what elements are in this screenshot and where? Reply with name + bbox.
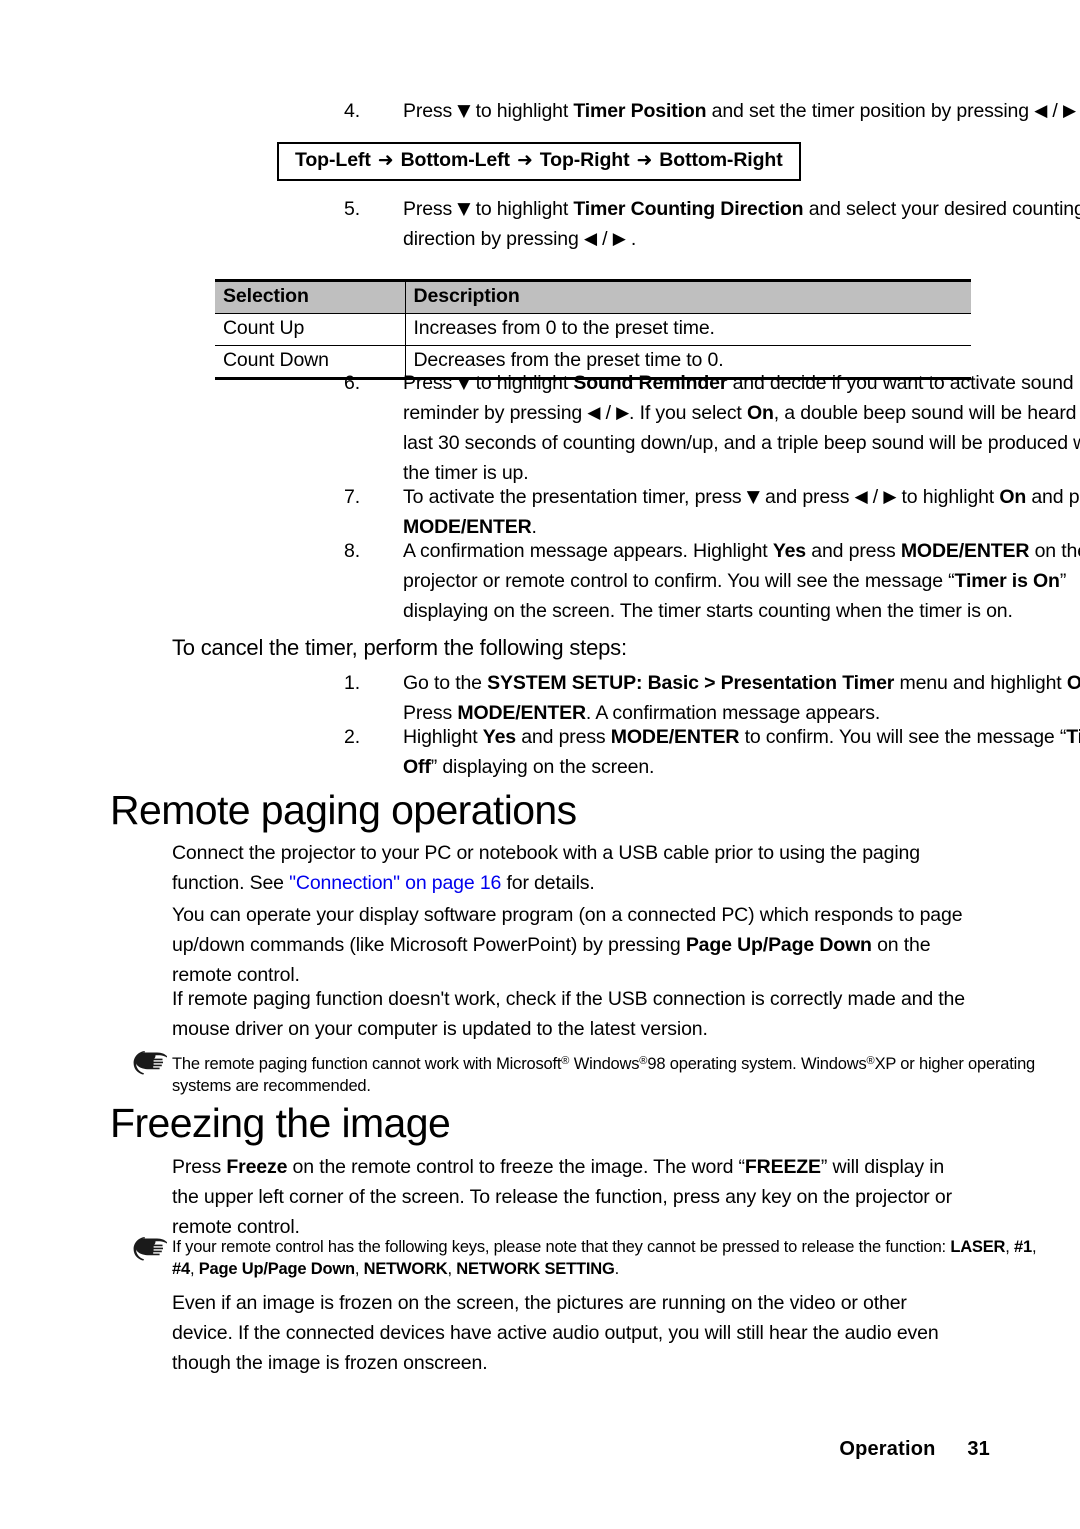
list-item: 7. To activate the presentation timer, p… [344,482,1080,542]
table-header-row: Selection Description [215,279,971,314]
remote-paging-paragraph-1: Connect the projector to your PC or note… [172,842,920,894]
step-4-block: 4. Press ▼ to highlight Timer Position a… [344,96,1080,126]
list-item: 5. Press ▼ to highlight Timer Counting D… [344,194,1080,254]
position-option: Bottom-Right [659,149,783,171]
list-item-number: 8. [344,540,360,562]
list-item: 1. Go to the SYSTEM SETUP: Basic > Prese… [344,668,1080,728]
cell-selection: Count Up [215,313,406,346]
list-item: 2. Highlight Yes and press MODE/ENTER to… [344,722,1080,782]
position-option: Top-Right [539,149,630,171]
cancel-step-1-block: 1. Go to the SYSTEM SETUP: Basic > Prese… [344,668,1080,728]
list-item-text: To activate the presentation timer, pres… [403,486,1080,538]
freezing-paragraph-2: Even if an image is frozen on the screen… [172,1292,939,1374]
position-option: Bottom-Left [400,149,510,171]
list-item-number: 4. [344,100,360,122]
step-7-block: 7. To activate the presentation timer, p… [344,482,1080,542]
page-footer: Operation 31 [0,1438,1080,1461]
step-8-block: 8. A confirmation message appears. Highl… [344,536,1080,626]
column-header-description: Description [405,279,971,314]
arrow-icon: ➜ [516,149,533,171]
table-row: Count Up Increases from 0 to the preset … [215,313,971,346]
position-sequence: Top-Left ➜ Bottom-Left ➜ Top-Right ➜ Bottom-Ri… [277,142,801,181]
section-heading-freezing: Freezing the image [110,1100,451,1146]
note-text: The remote paging function cannot work w… [172,1055,1036,1095]
list-item: 4. Press ▼ to highlight Timer Position a… [344,96,1080,126]
footer-page-number: 31 [967,1438,990,1460]
cell-description: Increases from 0 to the preset time. [405,313,971,346]
list-item-text: Go to the SYSTEM SETUP: Basic > Presenta… [403,672,1080,724]
list-item: 6. Press ▼ to highlight Sound Reminder a… [344,368,1080,488]
list-item-number: 1. [344,672,360,694]
remote-paging-paragraph-2: You can operate your display software pr… [172,904,963,986]
cancel-timer-heading: To cancel the timer, perform the followi… [172,635,627,660]
arrow-icon: ➜ [377,149,394,171]
section-heading-remote-paging: Remote paging operations [110,787,577,833]
position-option: Top-Left [295,149,371,171]
list-item-number: 6. [344,372,360,394]
list-item-text: Press ▼ to highlight Timer Counting Dire… [403,198,1080,250]
list-item-text: Press ▼ to highlight Timer Position and … [403,100,1076,122]
list-item-number: 2. [344,726,360,748]
remote-paging-paragraph-3: If remote paging function doesn't work, … [172,988,965,1040]
cancel-step-2-block: 2. Highlight Yes and press MODE/ENTER to… [344,722,1080,782]
freezing-paragraph-1: Press Freeze on the remote control to fr… [172,1156,952,1238]
list-item-text: Press ▼ to highlight Sound Reminder and … [403,372,1080,484]
list-item-number: 5. [344,198,360,220]
column-header-selection: Selection [215,279,406,314]
list-item: 8. A confirmation message appears. Highl… [344,536,1080,626]
arrow-icon: ➜ [636,149,653,171]
pointing-hand-icon [130,1050,170,1078]
counting-direction-table: Selection Description Count Up Increases… [215,279,971,380]
list-item-number: 7. [344,486,360,508]
list-item-text: A confirmation message appears. Highligh… [403,540,1080,622]
pointing-hand-icon [130,1236,170,1264]
note-freezing: If your remote control has the following… [110,1236,1040,1280]
footer-section-label: Operation [839,1438,936,1460]
step-6-block: 6. Press ▼ to highlight Sound Reminder a… [344,368,1080,488]
note-remote-paging: The remote paging function cannot work w… [110,1050,1040,1097]
list-item-text: Highlight Yes and press MODE/ENTER to co… [403,726,1080,778]
note-text: If your remote control has the following… [172,1238,1037,1278]
timer-position-sequence-box: Top-Left ➜ Bottom-Left ➜ Top-Right ➜ Bottom-Ri… [277,142,801,181]
step-5-block: 5. Press ▼ to highlight Timer Counting D… [344,194,1080,254]
manual-page: 4. Press ▼ to highlight Timer Position a… [0,0,1080,1529]
